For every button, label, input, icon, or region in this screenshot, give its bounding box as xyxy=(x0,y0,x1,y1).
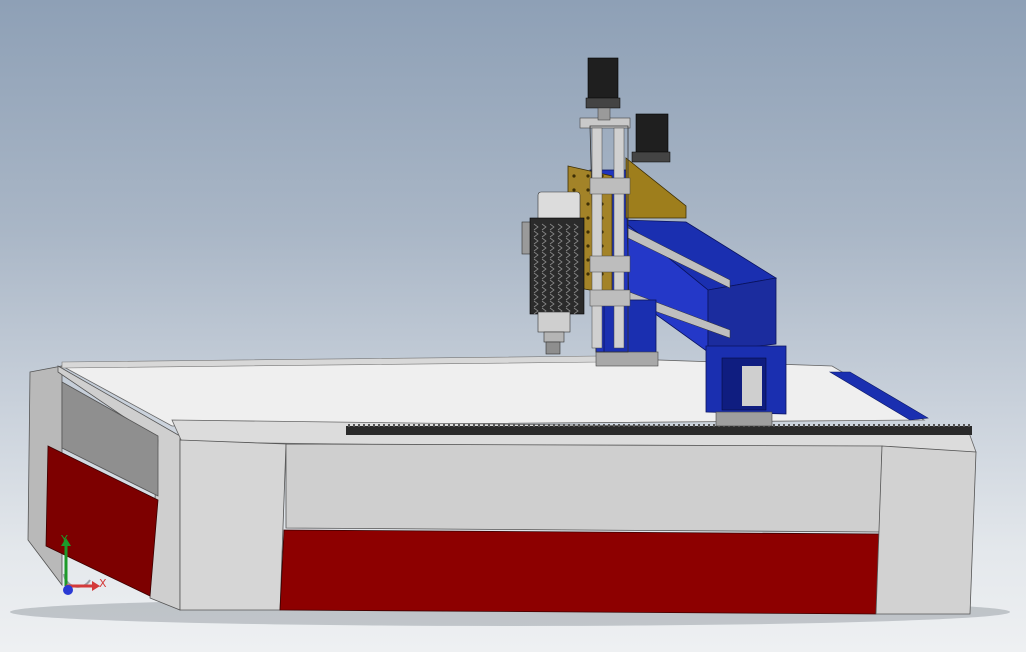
collet-nut xyxy=(543,331,565,343)
cnc-router-model[interactable] xyxy=(0,0,1026,652)
bed-front-upper-panel xyxy=(285,443,883,533)
tool-bit xyxy=(545,341,561,355)
spindle-motor xyxy=(521,191,585,355)
gear-rack xyxy=(346,426,972,435)
stepper-motor-z xyxy=(585,57,621,121)
z-slider-block-1 xyxy=(589,177,631,195)
z-carriage-foot xyxy=(595,351,659,367)
z-carriage-base xyxy=(603,299,657,359)
y-axis-label: Y xyxy=(61,533,68,546)
spindle-cap xyxy=(537,191,581,223)
x-axis-label: X xyxy=(99,577,107,590)
front-red-panel xyxy=(279,529,881,615)
bed-front-left-leg xyxy=(179,439,287,611)
coordinate-triad: X Y xyxy=(50,530,120,600)
machine-bed xyxy=(27,355,977,615)
gantry-beam-end xyxy=(707,277,777,353)
z-slider-block-3 xyxy=(589,289,631,307)
z-slider-block-2 xyxy=(589,255,631,273)
motor-bracket-plate xyxy=(625,157,687,219)
bed-top-surface xyxy=(60,357,926,427)
z-linear-rail-right xyxy=(613,127,625,349)
gantry-upright-insert xyxy=(742,366,762,406)
graphics-viewport[interactable]: X Y xyxy=(0,0,1026,652)
z-linear-rail-left xyxy=(591,127,603,349)
spindle-nose xyxy=(537,311,571,333)
bed-front-right-leg xyxy=(875,445,977,615)
z-axis-dot xyxy=(63,585,73,595)
gantry-carriage-right xyxy=(715,411,773,427)
stepper-motor-y xyxy=(631,113,671,163)
